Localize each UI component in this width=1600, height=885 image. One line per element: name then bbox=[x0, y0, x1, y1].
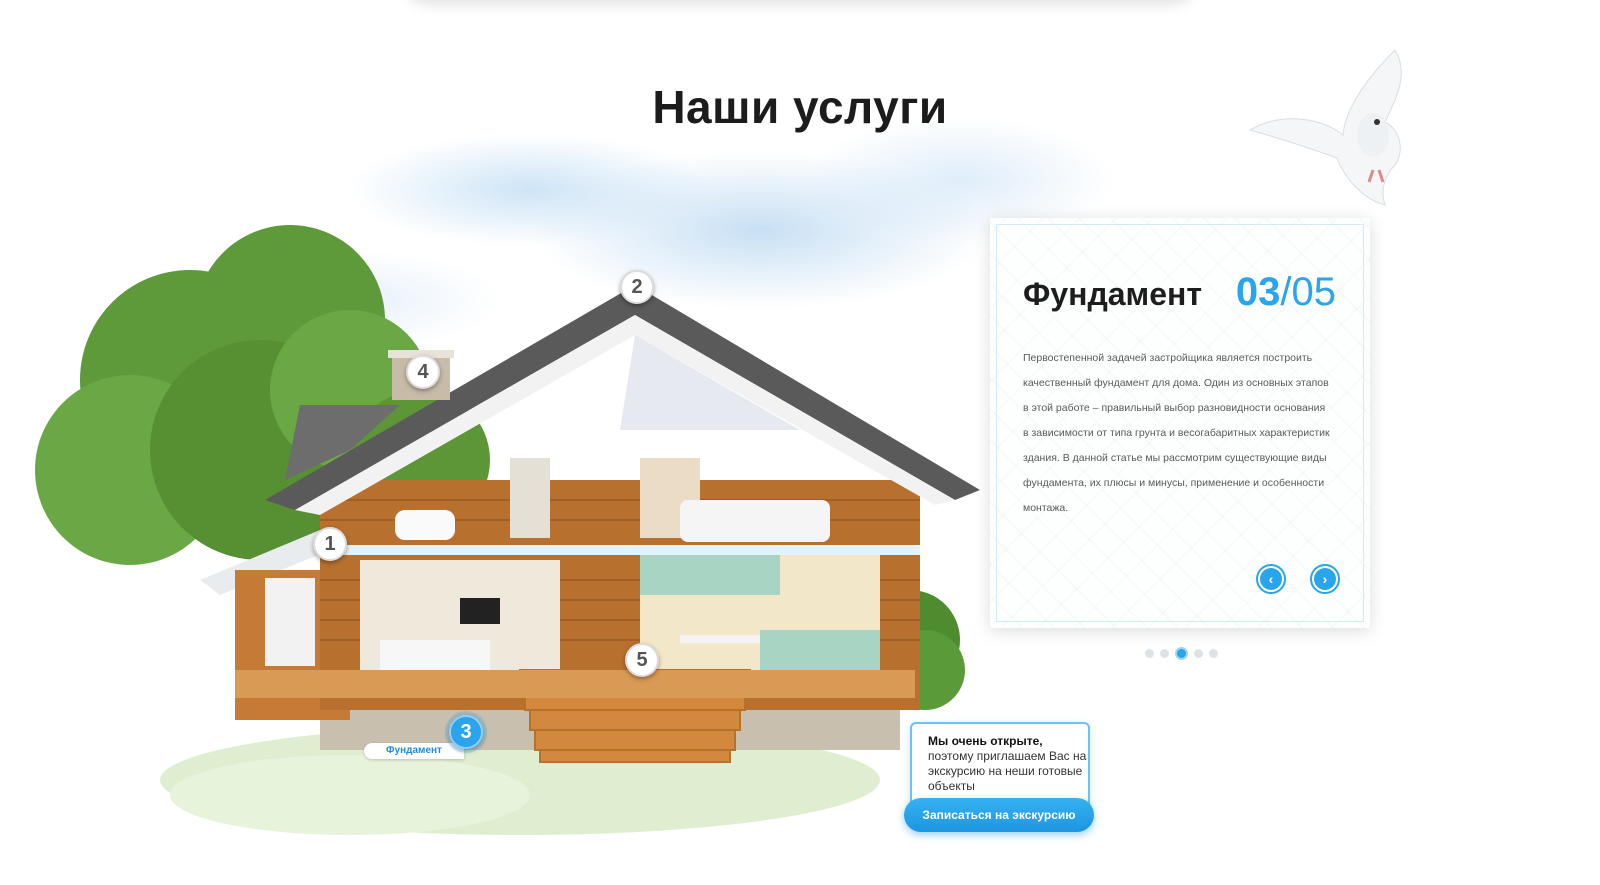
slide-counter: 03/05 bbox=[1236, 270, 1336, 315]
pagination-dot-2[interactable] bbox=[1160, 649, 1169, 658]
dove-image bbox=[1248, 49, 1402, 206]
service-card-title: Фундамент bbox=[1023, 276, 1203, 312]
pagination-dot-4[interactable] bbox=[1194, 649, 1203, 658]
hotspot-2[interactable]: 2 bbox=[620, 270, 654, 304]
hotspot-5[interactable]: 5 bbox=[625, 643, 659, 677]
tour-invite-text: Мы очень открыте, поэтому приглашаем Вас… bbox=[928, 734, 1088, 794]
tour-invite-body: поэтому приглашаем Вас на экскурсию на н… bbox=[928, 749, 1087, 793]
house-cutaway-illustration bbox=[35, 225, 980, 835]
hotspot-1[interactable]: 1 bbox=[313, 527, 347, 561]
pagination-dot-5[interactable] bbox=[1209, 649, 1218, 658]
chevron-left-icon: ‹ bbox=[1260, 568, 1282, 590]
slide-counter-current: 03 bbox=[1235, 270, 1281, 314]
slide-counter-total: 05 bbox=[1291, 270, 1337, 314]
chevron-right-icon: › bbox=[1314, 568, 1336, 590]
hotspot-3[interactable]: 3 bbox=[449, 715, 483, 749]
service-card: Фундамент 03/05 Первостепенной задачей з… bbox=[990, 218, 1370, 628]
hotspot-3-label: Фундамент bbox=[364, 743, 464, 759]
pagination-dot-3[interactable] bbox=[1175, 647, 1188, 660]
slide-counter-separator: / bbox=[1280, 270, 1292, 314]
hotspot-4[interactable]: 4 bbox=[406, 355, 440, 389]
tour-invite-heading: Мы очень открыте, bbox=[928, 734, 1043, 748]
prev-slide-button[interactable]: ‹ bbox=[1256, 564, 1286, 594]
book-tour-button[interactable]: Записаться на экскурсию bbox=[904, 798, 1094, 832]
next-slide-button[interactable]: › bbox=[1310, 564, 1340, 594]
pagination-dot-1[interactable] bbox=[1145, 649, 1154, 658]
slider-pagination bbox=[1145, 647, 1218, 660]
service-card-description: Первостепенной задачей застройщика являе… bbox=[1023, 352, 1330, 514]
